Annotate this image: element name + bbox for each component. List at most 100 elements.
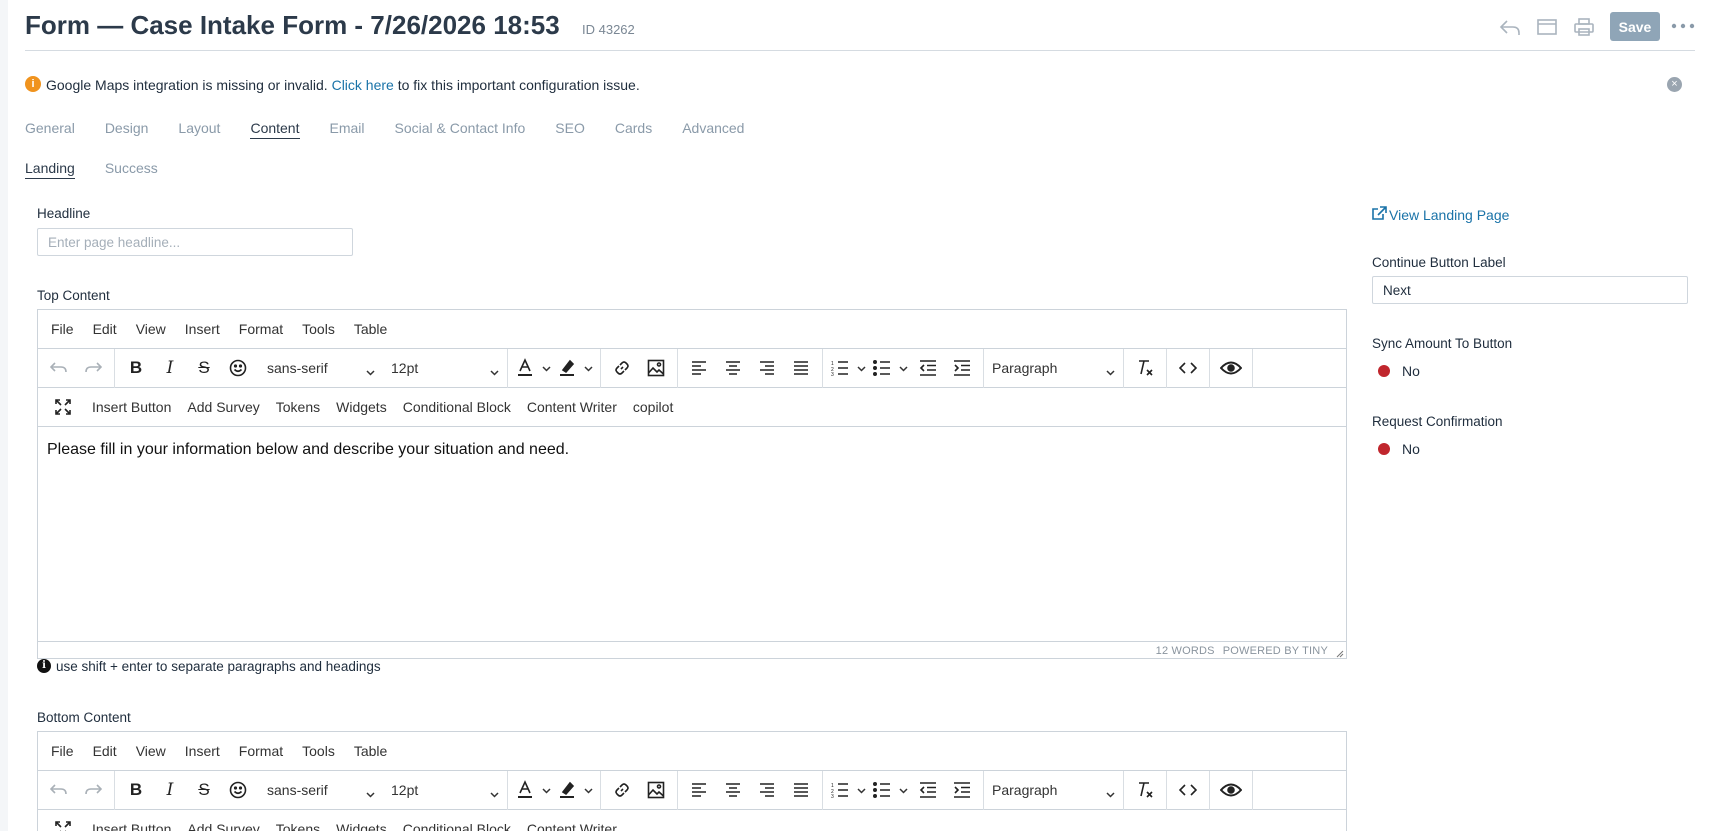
align-right-icon[interactable] (750, 774, 784, 806)
font-size-select[interactable]: 12pt (383, 352, 507, 384)
indent-icon[interactable] (945, 352, 979, 384)
menu-tools[interactable]: Tools (302, 321, 335, 337)
text-color-chevron-icon[interactable] (538, 774, 554, 806)
align-center-icon[interactable] (716, 774, 750, 806)
fullscreen-icon[interactable] (46, 391, 80, 423)
insert-button-item[interactable]: Insert Button (92, 821, 171, 831)
tab-layout[interactable]: Layout (178, 120, 220, 139)
editor-content-area[interactable]: Please fill in your information below an… (38, 427, 1346, 641)
print-icon[interactable] (1570, 14, 1598, 40)
close-alert-icon[interactable]: × (1667, 77, 1682, 92)
undo-icon[interactable] (42, 352, 76, 384)
text-color-icon[interactable] (512, 774, 538, 806)
menu-tools[interactable]: Tools (302, 743, 335, 759)
sync-amount-toggle[interactable]: No (1378, 363, 1420, 379)
tab-content[interactable]: Content (250, 120, 300, 139)
align-justify-icon[interactable] (784, 774, 818, 806)
align-justify-icon[interactable] (784, 352, 818, 384)
add-survey-item[interactable]: Add Survey (187, 821, 259, 831)
align-right-icon[interactable] (750, 352, 784, 384)
add-survey-item[interactable]: Add Survey (187, 399, 259, 415)
strikethrough-icon[interactable]: S (187, 352, 221, 384)
text-color-icon[interactable] (512, 352, 538, 384)
redo-icon[interactable] (76, 352, 110, 384)
font-family-select[interactable]: sans-serif (259, 774, 383, 806)
menu-insert[interactable]: Insert (185, 321, 220, 337)
emoji-icon[interactable] (221, 352, 255, 384)
tokens-item[interactable]: Tokens (276, 399, 320, 415)
tab-seo[interactable]: SEO (555, 120, 585, 139)
request-confirmation-toggle[interactable]: No (1378, 441, 1420, 457)
align-left-icon[interactable] (682, 352, 716, 384)
bullet-list-icon[interactable] (869, 774, 895, 806)
powered-by-tiny[interactable]: POWERED BY TINY (1223, 645, 1328, 657)
numbered-list-icon[interactable]: 123 (827, 774, 853, 806)
redo-icon[interactable] (76, 774, 110, 806)
tab-cards[interactable]: Cards (615, 120, 652, 139)
menu-edit[interactable]: Edit (93, 743, 117, 759)
image-icon[interactable] (639, 774, 673, 806)
insert-button-item[interactable]: Insert Button (92, 399, 171, 415)
tab-advanced[interactable]: Advanced (682, 120, 744, 139)
resize-handle-icon[interactable] (1336, 649, 1344, 658)
bold-icon[interactable]: B (119, 774, 153, 806)
bullet-list-chevron-icon[interactable] (895, 774, 911, 806)
save-button[interactable]: Save (1610, 12, 1660, 41)
numbered-list-icon[interactable]: 123 (827, 352, 853, 384)
font-family-select[interactable]: sans-serif (259, 352, 383, 384)
bullet-list-chevron-icon[interactable] (895, 352, 911, 384)
image-icon[interactable] (639, 352, 673, 384)
menu-file[interactable]: File (51, 743, 74, 759)
continue-button-input[interactable] (1372, 276, 1688, 304)
link-icon[interactable] (605, 774, 639, 806)
numbered-list-chevron-icon[interactable] (853, 352, 869, 384)
source-code-icon[interactable] (1171, 352, 1205, 384)
widgets-item[interactable]: Widgets (336, 399, 387, 415)
bold-icon[interactable]: B (119, 352, 153, 384)
conditional-block-item[interactable]: Conditional Block (403, 399, 511, 415)
clear-formatting-icon[interactable] (1128, 352, 1162, 384)
outdent-icon[interactable] (911, 352, 945, 384)
preview-eye-icon[interactable] (1214, 774, 1248, 806)
more-options-icon[interactable] (1668, 12, 1698, 40)
indent-icon[interactable] (945, 774, 979, 806)
subtab-landing[interactable]: Landing (25, 160, 75, 179)
menu-table[interactable]: Table (354, 743, 387, 759)
text-color-chevron-icon[interactable] (538, 352, 554, 384)
menu-edit[interactable]: Edit (93, 321, 117, 337)
emoji-icon[interactable] (221, 774, 255, 806)
copilot-item[interactable]: copilot (633, 399, 673, 415)
clear-formatting-icon[interactable] (1128, 774, 1162, 806)
menu-insert[interactable]: Insert (185, 743, 220, 759)
source-code-icon[interactable] (1171, 774, 1205, 806)
back-icon[interactable] (1496, 14, 1524, 40)
tab-email[interactable]: Email (330, 120, 365, 139)
italic-icon[interactable]: I (153, 774, 187, 806)
strikethrough-icon[interactable]: S (187, 774, 221, 806)
highlight-color-icon[interactable] (554, 774, 580, 806)
menu-file[interactable]: File (51, 321, 74, 337)
menu-format[interactable]: Format (239, 743, 283, 759)
menu-format[interactable]: Format (239, 321, 283, 337)
block-format-select[interactable]: Paragraph (984, 352, 1123, 384)
fix-config-link[interactable]: Click here (332, 77, 394, 93)
menu-table[interactable]: Table (354, 321, 387, 337)
align-left-icon[interactable] (682, 774, 716, 806)
preview-window-icon[interactable] (1533, 14, 1561, 40)
tab-general[interactable]: General (25, 120, 75, 139)
bullet-list-icon[interactable] (869, 352, 895, 384)
highlight-chevron-icon[interactable] (580, 352, 596, 384)
view-landing-page-link[interactable]: View Landing Page (1372, 206, 1509, 223)
content-writer-item[interactable]: Content Writer (527, 399, 617, 415)
headline-input[interactable] (37, 228, 353, 256)
numbered-list-chevron-icon[interactable] (853, 774, 869, 806)
italic-icon[interactable]: I (153, 352, 187, 384)
tab-social-contact-info[interactable]: Social & Contact Info (395, 120, 526, 139)
preview-eye-icon[interactable] (1214, 352, 1248, 384)
align-center-icon[interactable] (716, 352, 750, 384)
font-size-select[interactable]: 12pt (383, 774, 507, 806)
subtab-success[interactable]: Success (105, 160, 158, 179)
menu-view[interactable]: View (136, 321, 166, 337)
outdent-icon[interactable] (911, 774, 945, 806)
undo-icon[interactable] (42, 774, 76, 806)
